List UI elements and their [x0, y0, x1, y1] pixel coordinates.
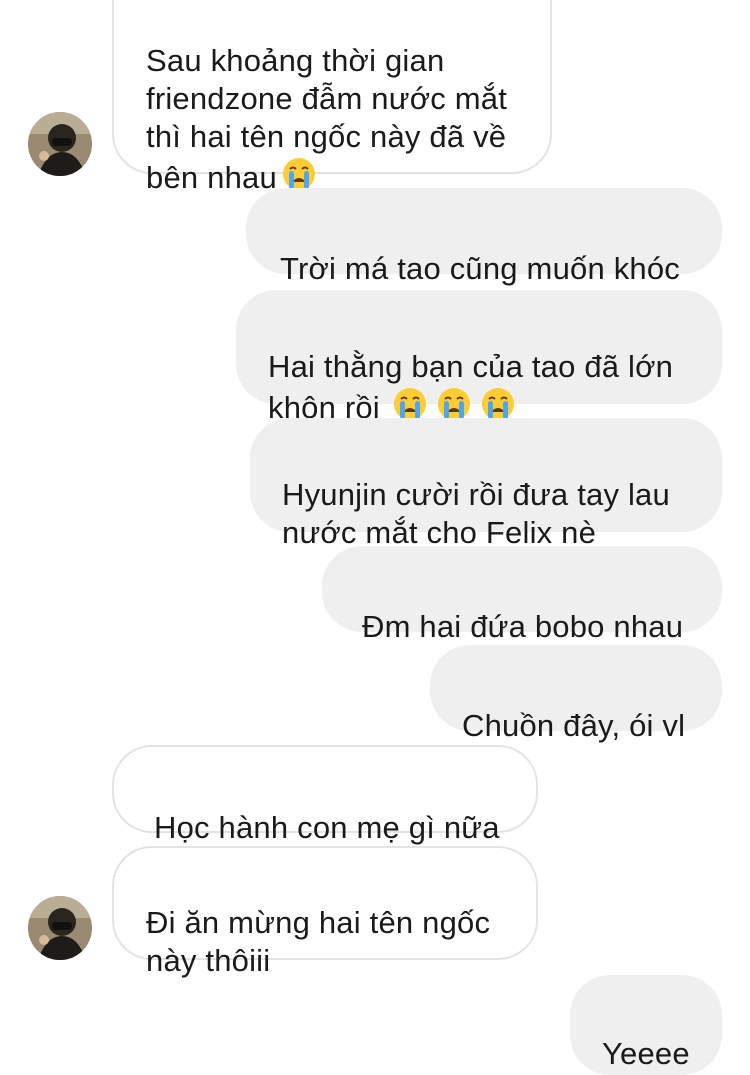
message-text: Chuồn đây, ói vl: [462, 708, 686, 743]
message-text: Trời má tao cũng muốn khóc: [280, 251, 680, 286]
avatar-photo: [28, 112, 92, 176]
message-bubble-incoming[interactable]: Sau khoảng thời gian friendzone đẫm nước…: [112, 0, 552, 195]
sender-avatar[interactable]: [28, 112, 92, 176]
message-text: Hyunjin cười rồi đưa tay lau nước mắt ch…: [282, 477, 670, 550]
loudly-crying-face-icon: [281, 156, 317, 192]
message-bubble-outgoing[interactable]: Hai thằng bạn của tao đã lớn khôn rồi: [236, 290, 722, 425]
message-bubble-incoming[interactable]: Học hành con mẹ gì nữa: [112, 745, 538, 845]
message-bubble-outgoing[interactable]: Đm hai đứa bobo nhau: [322, 546, 722, 644]
avatar-photo: [28, 896, 92, 960]
message-text: Sau khoảng thời gian friendzone đẫm nước…: [146, 43, 508, 195]
message-bubble-outgoing[interactable]: Hyunjin cười rồi đưa tay lau nước mắt ch…: [250, 418, 722, 550]
message-text: Yeeee: [602, 1036, 690, 1071]
loudly-crying-face-icon: [436, 386, 472, 422]
message-text: Học hành con mẹ gì nữa: [154, 810, 500, 845]
message-text: Đi ăn mừng hai tên ngốc này thôiii: [146, 905, 491, 978]
loudly-crying-face-icon: [392, 386, 428, 422]
message-text: Đm hai đứa bobo nhau: [362, 609, 684, 644]
message-bubble-outgoing[interactable]: Trời má tao cũng muốn khóc: [246, 188, 722, 286]
sender-avatar[interactable]: [28, 896, 92, 960]
message-bubble-outgoing[interactable]: Yeeee: [570, 975, 722, 1075]
loudly-crying-face-icon: [480, 386, 516, 422]
message-bubble-outgoing[interactable]: Chuồn đây, ói vl: [430, 645, 722, 743]
message-bubble-incoming[interactable]: Đi ăn mừng hai tên ngốc này thôiii: [112, 846, 538, 978]
